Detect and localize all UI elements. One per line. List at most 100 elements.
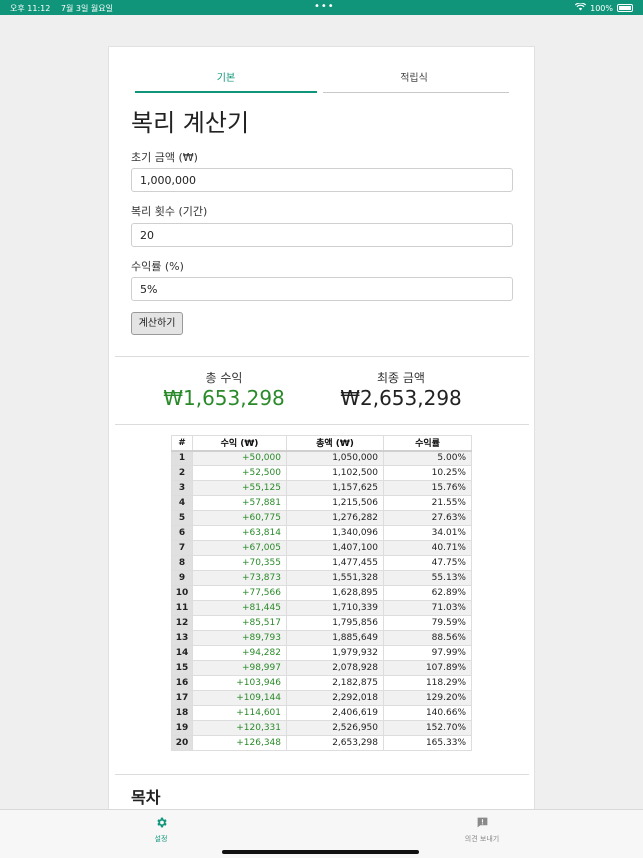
status-time: 오후 11:12 xyxy=(10,4,51,13)
row-index-cell: 13 xyxy=(171,630,193,646)
rate-label: 수익률 (%) xyxy=(131,260,184,273)
gain-cell: +94,282 xyxy=(192,645,287,661)
gain-cell: +63,814 xyxy=(192,525,287,541)
row-index-cell: 4 xyxy=(171,495,193,511)
battery-icon xyxy=(617,4,633,12)
periods-label: 복리 횟수 (기간) xyxy=(131,205,208,218)
rate-cell: 55.13% xyxy=(383,570,472,586)
gain-cell: +50,000 xyxy=(192,450,287,466)
total-cell: 1,795,856 xyxy=(286,615,384,631)
row-index-cell: 19 xyxy=(171,720,193,736)
total-cell: 2,653,298 xyxy=(286,735,384,751)
total-cell: 2,078,928 xyxy=(286,660,384,676)
table-row: 5 +60,775 1,276,282 27.63% xyxy=(171,510,472,526)
table-row: 16 +103,946 2,182,875 118.29% xyxy=(171,675,472,691)
calculate-button[interactable]: 계산하기 xyxy=(131,312,183,335)
rate-cell: 21.55% xyxy=(383,495,472,511)
rate-input[interactable] xyxy=(131,277,513,301)
gain-cell: +109,144 xyxy=(192,690,287,706)
gain-cell: +77,566 xyxy=(192,585,287,601)
row-index-cell: 1 xyxy=(171,450,193,466)
column-header-total: 총액 (₩) xyxy=(286,435,384,452)
total-cell: 2,406,619 xyxy=(286,705,384,721)
table-row: 11 +81,445 1,710,339 71.03% xyxy=(171,600,472,616)
tabbar-settings[interactable]: 설정 xyxy=(131,816,191,844)
divider xyxy=(115,356,529,357)
rate-cell: 10.25% xyxy=(383,465,472,481)
total-cell: 1,551,328 xyxy=(286,570,384,586)
periods-input[interactable] xyxy=(131,223,513,247)
total-cell: 1,628,895 xyxy=(286,585,384,601)
table-row: 12 +85,517 1,795,856 79.59% xyxy=(171,615,472,631)
table-row: 6 +63,814 1,340,096 34.01% xyxy=(171,525,472,541)
tabbar-settings-label: 설정 xyxy=(154,835,168,843)
total-cell: 1,215,506 xyxy=(286,495,384,511)
tab-savings[interactable]: 적립식 xyxy=(323,69,505,84)
home-indicator[interactable] xyxy=(222,850,419,854)
table-row: 2 +52,500 1,102,500 10.25% xyxy=(171,465,472,481)
rate-cell: 129.20% xyxy=(383,690,472,706)
row-index-cell: 8 xyxy=(171,555,193,571)
results-table: # 수익 (₩) 총액 (₩) 수익률 1 +50,000 1,050,000 5.0… xyxy=(171,435,472,751)
total-gain-value: ₩1,653,298 xyxy=(163,386,285,410)
table-row: 15 +98,997 2,078,928 107.89% xyxy=(171,660,472,676)
status-date: 7월 3일 월요일 xyxy=(60,4,113,13)
gain-cell: +70,355 xyxy=(192,555,287,571)
table-row: 8 +70,355 1,477,455 47.75% xyxy=(171,555,472,571)
table-row: 19 +120,331 2,526,950 152.70% xyxy=(171,720,472,736)
row-index-cell: 6 xyxy=(171,525,193,541)
total-cell: 1,407,100 xyxy=(286,540,384,556)
row-index-cell: 3 xyxy=(171,480,193,496)
total-cell: 1,710,339 xyxy=(286,600,384,616)
total-cell: 1,885,649 xyxy=(286,630,384,646)
divider xyxy=(115,424,529,425)
table-row: 14 +94,282 1,979,932 97.99% xyxy=(171,645,472,661)
total-cell: 2,292,018 xyxy=(286,690,384,706)
gain-cell: +52,500 xyxy=(192,465,287,481)
rate-cell: 79.59% xyxy=(383,615,472,631)
tabbar-feedback[interactable]: 의견 보내기 xyxy=(452,816,512,844)
gain-cell: +120,331 xyxy=(192,720,287,736)
rate-cell: 34.01% xyxy=(383,525,472,541)
table-row: 4 +57,881 1,215,506 21.55% xyxy=(171,495,472,511)
feedback-icon xyxy=(452,816,512,831)
total-gain-label: 총 수익 xyxy=(205,371,243,385)
final-amount-label: 최종 금액 xyxy=(377,371,425,385)
gain-cell: +81,445 xyxy=(192,600,287,616)
rate-cell: 47.75% xyxy=(383,555,472,571)
gain-cell: +57,881 xyxy=(192,495,287,511)
table-row: 13 +89,793 1,885,649 88.56% xyxy=(171,630,472,646)
row-index-cell: 16 xyxy=(171,675,193,691)
table-row: 20 +126,348 2,653,298 165.33% xyxy=(171,735,472,751)
results-body: 1 +50,000 1,050,000 5.00% 2 +52,500 1,102,500 1… xyxy=(171,450,472,751)
tab-savings-indicator xyxy=(323,92,509,93)
table-row: 3 +55,125 1,157,625 15.76% xyxy=(171,480,472,496)
row-index-cell: 14 xyxy=(171,645,193,661)
rate-cell: 97.99% xyxy=(383,645,472,661)
table-row: 9 +73,873 1,551,328 55.13% xyxy=(171,570,472,586)
total-cell: 1,050,000 xyxy=(286,450,384,466)
gain-cell: +73,873 xyxy=(192,570,287,586)
multitasking-dots-icon[interactable]: ••• xyxy=(314,1,335,12)
row-index-cell: 10 xyxy=(171,585,193,601)
rate-cell: 15.76% xyxy=(383,480,472,496)
table-row: 10 +77,566 1,628,895 62.89% xyxy=(171,585,472,601)
final-amount-value: ₩2,653,298 xyxy=(340,386,462,410)
rate-cell: 62.89% xyxy=(383,585,472,601)
gain-cell: +114,601 xyxy=(192,705,287,721)
row-index-cell: 12 xyxy=(171,615,193,631)
column-header-gain: 수익 (₩) xyxy=(192,435,287,452)
table-row: 1 +50,000 1,050,000 5.00% xyxy=(171,450,472,466)
tabbar-feedback-label: 의견 보내기 xyxy=(464,835,500,843)
row-index-cell: 17 xyxy=(171,690,193,706)
column-header-rate: 수익률 xyxy=(383,435,472,452)
principal-label: 초기 금액 (₩) xyxy=(131,151,198,164)
row-index-cell: 2 xyxy=(171,465,193,481)
gain-cell: +98,997 xyxy=(192,660,287,676)
tab-basic[interactable]: 기본 xyxy=(135,69,317,84)
rate-cell: 118.29% xyxy=(383,675,472,691)
table-row: 7 +67,005 1,407,100 40.71% xyxy=(171,540,472,556)
row-index-cell: 18 xyxy=(171,705,193,721)
rate-cell: 152.70% xyxy=(383,720,472,736)
principal-input[interactable] xyxy=(131,168,513,192)
